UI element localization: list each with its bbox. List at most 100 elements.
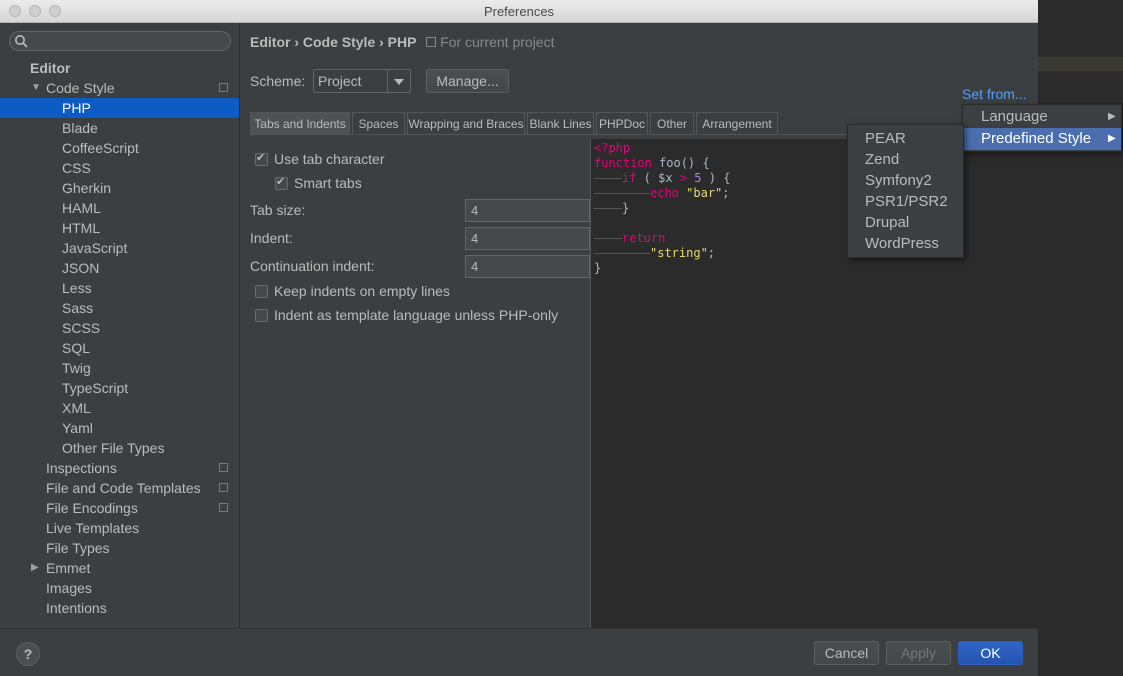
tab-spaces[interactable]: Spaces xyxy=(352,112,405,134)
tab-size-label: Tab size: xyxy=(250,202,306,218)
code-line: echo "bar"; xyxy=(594,186,730,201)
sidebar-item-typescript[interactable]: TypeScript xyxy=(0,378,239,398)
settings-sidebar: Editor ▼ Code Style PHP Blade CoffeeScript CSS… xyxy=(0,23,240,628)
sidebar-item-label: Less xyxy=(62,280,92,296)
apply-button[interactable]: Apply xyxy=(886,641,951,665)
sidebar-item-css[interactable]: CSS xyxy=(0,158,239,178)
sidebar-item-less[interactable]: Less xyxy=(0,278,239,298)
scheme-dropdown[interactable]: Project xyxy=(313,69,411,93)
arrow-right-icon: ▶ xyxy=(1108,111,1116,122)
copy-icon xyxy=(219,463,228,472)
code-line: } xyxy=(594,201,629,216)
arrow-right-icon: ▶ xyxy=(1108,133,1116,144)
sidebar-item-label: SCSS xyxy=(62,320,101,336)
sidebar-item-label: Editor xyxy=(30,60,71,76)
sidebar-item-live-templates[interactable]: Live Templates xyxy=(0,518,239,538)
submenu-item-zend[interactable]: Zend xyxy=(865,149,899,170)
sidebar-item-yaml[interactable]: Yaml xyxy=(0,418,239,438)
submenu-item-symfony2[interactable]: Symfony2 xyxy=(865,170,932,191)
chevron-down-icon[interactable]: ▼ xyxy=(31,78,41,98)
use-tab-checkbox[interactable] xyxy=(255,151,268,166)
set-from-link[interactable]: Set from... xyxy=(962,86,1027,102)
background-window xyxy=(1038,0,1123,675)
code-line: function foo() { xyxy=(594,156,710,170)
sidebar-item-label: File Encodings xyxy=(46,500,138,516)
tab-wrapping-and-braces[interactable]: Wrapping and Braces xyxy=(407,112,525,134)
sidebar-item-sass[interactable]: Sass xyxy=(0,298,239,318)
cancel-button[interactable]: Cancel xyxy=(814,641,879,665)
tab-size-input[interactable] xyxy=(465,199,590,222)
continuation-indent-input[interactable] xyxy=(465,255,590,278)
sidebar-item-label: Inspections xyxy=(46,460,117,476)
sidebar-item-twig[interactable]: Twig xyxy=(0,358,239,378)
sidebar-item-sql[interactable]: SQL xyxy=(0,338,239,358)
sidebar-item-editor[interactable]: Editor xyxy=(0,58,239,78)
search-input[interactable] xyxy=(32,33,226,51)
submenu-item-wordpress[interactable]: WordPress xyxy=(865,233,939,254)
sidebar-item-label: Emmet xyxy=(46,560,91,576)
sidebar-item-label: Blade xyxy=(62,120,98,136)
menu-item-predefined-style[interactable]: Predefined Style ▶ xyxy=(963,128,1121,150)
sidebar-item-label: TypeScript xyxy=(62,380,129,396)
sidebar-item-json[interactable]: JSON xyxy=(0,258,239,278)
sidebar-item-gherkin[interactable]: Gherkin xyxy=(0,178,239,198)
smart-tabs-label: Smart tabs xyxy=(294,175,362,191)
sidebar-item-code-style[interactable]: ▼ Code Style xyxy=(0,78,239,98)
sidebar-item-scss[interactable]: SCSS xyxy=(0,318,239,338)
breadcrumb: Editor › Code Style › PHP For current pr… xyxy=(250,34,554,50)
scheme-value: Project xyxy=(318,73,362,89)
submenu-item-psr1-psr2[interactable]: PSR1/PSR2 xyxy=(865,191,948,212)
continuation-indent-label: Continuation indent: xyxy=(250,258,375,274)
sidebar-item-label: Gherkin xyxy=(62,180,112,196)
chevron-right-icon[interactable]: ▶ xyxy=(31,558,39,578)
sidebar-item-label: XML xyxy=(62,400,91,416)
template-language-label: Indent as template language unless PHP-o… xyxy=(274,307,559,323)
submenu-item-pear[interactable]: PEAR xyxy=(865,128,906,149)
sidebar-item-coffeescript[interactable]: CoffeeScript xyxy=(0,138,239,158)
sidebar-item-php[interactable]: PHP xyxy=(0,98,239,118)
menu-item-language[interactable]: Language ▶ xyxy=(963,106,1121,128)
sidebar-item-html[interactable]: HTML xyxy=(0,218,239,238)
window-title: Preferences xyxy=(483,4,555,19)
copy-icon xyxy=(426,37,437,47)
code-line: "string"; xyxy=(594,246,715,261)
sidebar-item-label: Other File Types xyxy=(62,440,165,456)
submenu-item-drupal[interactable]: Drupal xyxy=(865,212,909,233)
sidebar-item-label: CoffeeScript xyxy=(62,140,139,156)
help-button[interactable]: ? xyxy=(16,642,40,666)
indent-label: Indent: xyxy=(250,230,293,246)
sidebar-item-intentions[interactable]: Intentions xyxy=(0,598,239,618)
sidebar-item-blade[interactable]: Blade xyxy=(0,118,239,138)
keep-indents-checkbox[interactable] xyxy=(255,285,268,298)
sidebar-item-images[interactable]: Images xyxy=(0,578,239,598)
template-language-checkbox[interactable] xyxy=(255,309,268,322)
keep-indents-label: Keep indents on empty lines xyxy=(274,283,450,299)
sidebar-item-label: Live Templates xyxy=(46,520,140,536)
ok-button[interactable]: OK xyxy=(958,641,1023,665)
sidebar-item-label: CSS xyxy=(62,160,91,176)
tab-tabs-and-indents[interactable]: Tabs and Indents xyxy=(250,112,350,134)
sidebar-item-label: Images xyxy=(46,580,92,596)
sidebar-item-file-encodings[interactable]: File Encodings xyxy=(0,498,239,518)
tab-blank-lines[interactable]: Blank Lines xyxy=(527,112,594,134)
tab-other[interactable]: Other xyxy=(650,112,694,134)
sidebar-item-file-types[interactable]: File Types xyxy=(0,538,239,558)
sidebar-item-file-and-code-templates[interactable]: File and Code Templates xyxy=(0,478,239,498)
sidebar-item-label: Sass xyxy=(62,300,94,316)
sidebar-item-javascript[interactable]: JavaScript xyxy=(0,238,239,258)
sidebar-item-label: HTML xyxy=(62,220,101,236)
sidebar-item-haml[interactable]: HAML xyxy=(0,198,239,218)
smart-tabs-checkbox[interactable] xyxy=(275,175,288,190)
indent-input[interactable] xyxy=(465,227,590,250)
scheme-label: Scheme: xyxy=(250,73,306,89)
tab-phpdoc[interactable]: PHPDoc xyxy=(596,112,648,134)
copy-icon xyxy=(219,83,228,92)
sidebar-item-label: Intentions xyxy=(46,600,107,616)
tab-arrangement[interactable]: Arrangement xyxy=(696,112,778,134)
manage-button[interactable]: Manage... xyxy=(426,69,509,93)
sidebar-item-emmet[interactable]: ▶ Emmet xyxy=(0,558,239,578)
sidebar-item-other-file-types[interactable]: Other File Types xyxy=(0,438,239,458)
sidebar-item-xml[interactable]: XML xyxy=(0,398,239,418)
code-line: if ( $x > 5 ) { xyxy=(594,171,730,186)
sidebar-item-inspections[interactable]: Inspections xyxy=(0,458,239,478)
